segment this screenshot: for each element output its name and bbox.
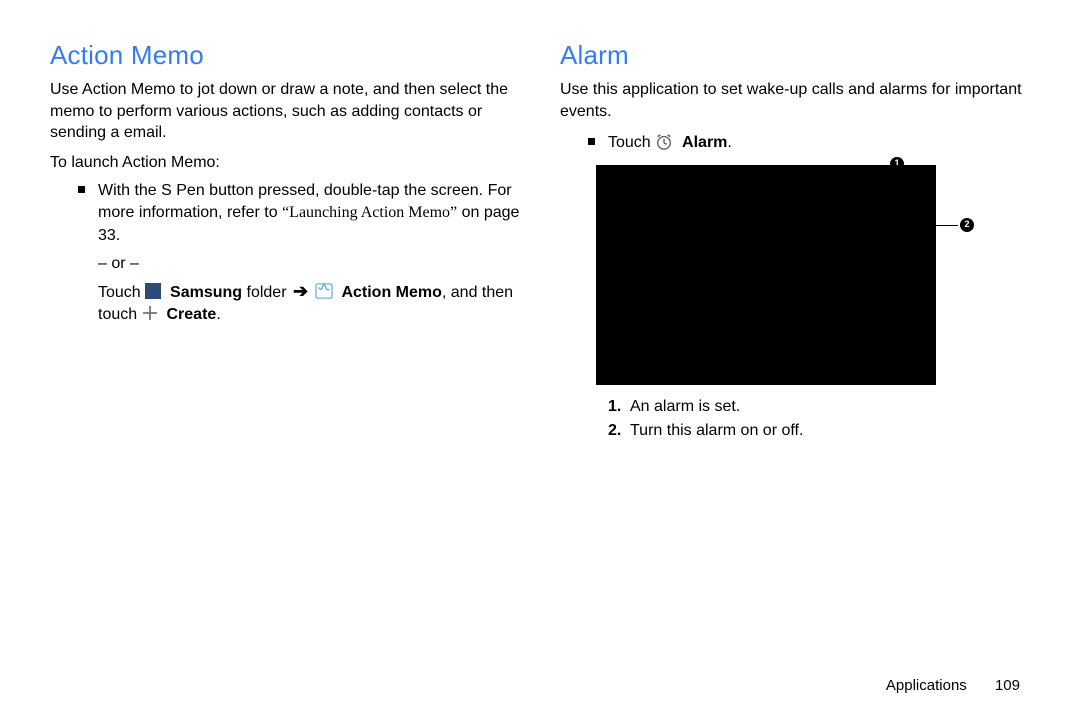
alarm-screenshot-wrap: 1 2 xyxy=(590,165,990,385)
list-number: 1. xyxy=(608,395,621,419)
period-1: . xyxy=(216,306,220,323)
page-footer: Applications 109 xyxy=(886,677,1020,694)
action-memo-icon xyxy=(315,283,333,299)
touch-alarm-text: Touch Alarm. xyxy=(608,134,732,151)
manual-page: Action Memo Use Action Memo to jot down … xyxy=(0,0,1080,720)
list-item: 2. Turn this alarm on or off. xyxy=(608,419,1030,443)
left-column: Action Memo Use Action Memo to jot down … xyxy=(50,40,520,443)
alarm-app-screenshot xyxy=(596,165,936,385)
callout-2-circle: 2 xyxy=(960,218,974,232)
numbered-list: 1. An alarm is set. 2. Turn this alarm o… xyxy=(608,395,1030,443)
alarm-intro: Use this application to set wake-up call… xyxy=(560,79,1030,122)
period-2: . xyxy=(727,134,731,151)
footer-section: Applications xyxy=(886,677,967,694)
or-separator: – or – xyxy=(50,255,520,273)
square-bullet-icon xyxy=(588,138,595,145)
callout-2: 2 xyxy=(960,218,974,232)
square-bullet-icon xyxy=(78,186,85,193)
page-number: 109 xyxy=(995,677,1020,694)
launching-ref: “Launching Action Memo” xyxy=(282,204,457,221)
bullet-touch-alarm: Touch Alarm. xyxy=(560,132,1030,154)
folder-word: folder xyxy=(242,284,291,301)
alarm-clock-icon xyxy=(655,133,673,151)
arrow-icon: ➔ xyxy=(293,281,308,301)
list-item: 1. An alarm is set. xyxy=(608,395,1030,419)
alarm-label: Alarm xyxy=(682,134,727,151)
action-memo-heading: Action Memo xyxy=(50,40,520,71)
samsung-folder-icon xyxy=(145,283,161,299)
action-memo-intro: Use Action Memo to jot down or draw a no… xyxy=(50,79,520,144)
touch-word: Touch xyxy=(98,284,145,301)
two-column-layout: Action Memo Use Action Memo to jot down … xyxy=(50,40,1030,443)
create-label: Create xyxy=(167,306,217,323)
right-column: Alarm Use this application to set wake-u… xyxy=(560,40,1030,443)
list-text: Turn this alarm on or off. xyxy=(630,422,803,439)
bullet-spen-text: With the S Pen button pressed, double-ta… xyxy=(98,182,519,244)
samsung-label: Samsung xyxy=(170,284,242,301)
bullet-touch-path: Touch Samsung folder ➔ Action Memo, and … xyxy=(50,279,520,327)
callout-2-line xyxy=(936,225,958,226)
action-memo-label: Action Memo xyxy=(341,284,441,301)
launch-label: To launch Action Memo: xyxy=(50,154,520,172)
touch-word-2: Touch xyxy=(608,134,655,151)
alarm-heading: Alarm xyxy=(560,40,1030,71)
list-number: 2. xyxy=(608,419,621,443)
create-plus-icon xyxy=(142,305,158,321)
list-text: An alarm is set. xyxy=(630,398,740,415)
bullet-spen: With the S Pen button pressed, double-ta… xyxy=(50,180,520,247)
bullet-touch-text: Touch Samsung folder ➔ Action Memo, and … xyxy=(98,284,513,323)
